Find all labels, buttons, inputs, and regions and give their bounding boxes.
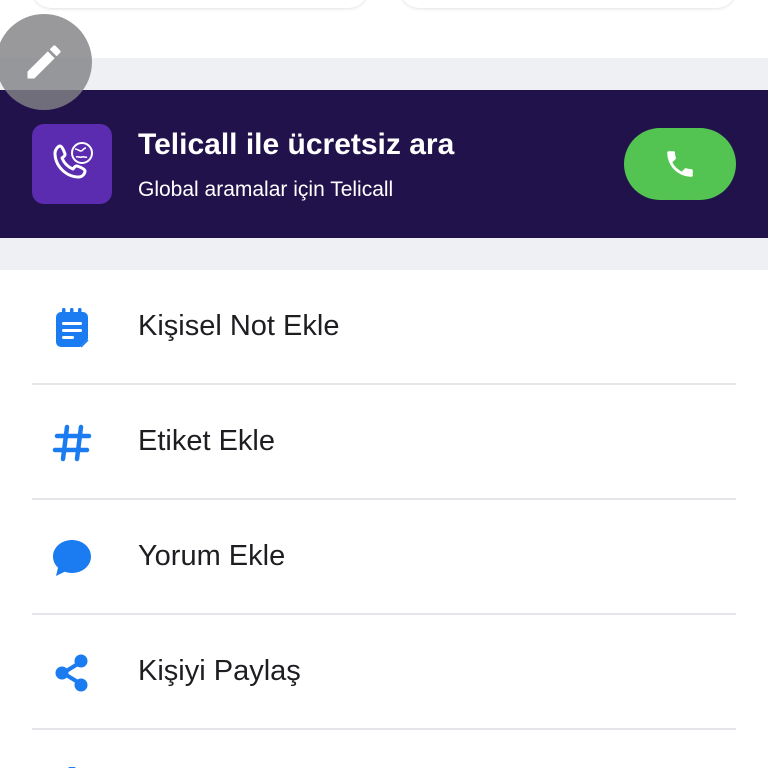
menu-item-label: Yorum Ekle	[138, 540, 286, 572]
top-card-left[interactable]	[32, 0, 368, 8]
menu-item-label: Kişiyi Paylaş	[138, 655, 301, 687]
contact-detail-screen: Telicall ile ücretsiz ara Global aramala…	[0, 0, 768, 768]
menu-item-add-note[interactable]: Kişisel Not Ekle	[0, 270, 768, 385]
phone-icon	[667, 151, 693, 177]
comment-bubble-icon	[50, 536, 94, 580]
telicall-phone-globe-icon	[53, 142, 93, 179]
telicall-call-button[interactable]	[624, 128, 736, 200]
divider	[32, 728, 736, 730]
top-action-cards	[0, 0, 768, 58]
note-icon	[50, 306, 94, 350]
hashtag-icon	[50, 421, 94, 465]
top-card-right[interactable]	[400, 0, 736, 8]
section-separator	[0, 58, 768, 90]
menu-item-share-contact[interactable]: Kişiyi Paylaş	[0, 615, 768, 730]
share-icon	[50, 651, 94, 695]
pencil-icon	[27, 45, 61, 79]
promo-title: Telicall ile ücretsiz ara	[138, 128, 455, 161]
edit-button[interactable]	[0, 14, 92, 110]
menu-item-add-comment[interactable]: Yorum Ekle	[0, 500, 768, 615]
contact-actions-menu: Kişisel Not Ekle Etiket Ekle Yorum Ekle	[0, 270, 768, 730]
menu-item-label: Etiket Ekle	[138, 425, 275, 457]
menu-item-add-tag[interactable]: Etiket Ekle	[0, 385, 768, 500]
partial-menu-icon	[60, 760, 84, 768]
telicall-promo-banner[interactable]: Telicall ile ücretsiz ara Global aramala…	[0, 90, 768, 238]
section-separator	[0, 238, 768, 270]
menu-item-label: Kişisel Not Ekle	[138, 310, 340, 342]
telicall-logo	[32, 124, 112, 204]
promo-subtitle: Global aramalar için Telicall	[138, 178, 394, 201]
